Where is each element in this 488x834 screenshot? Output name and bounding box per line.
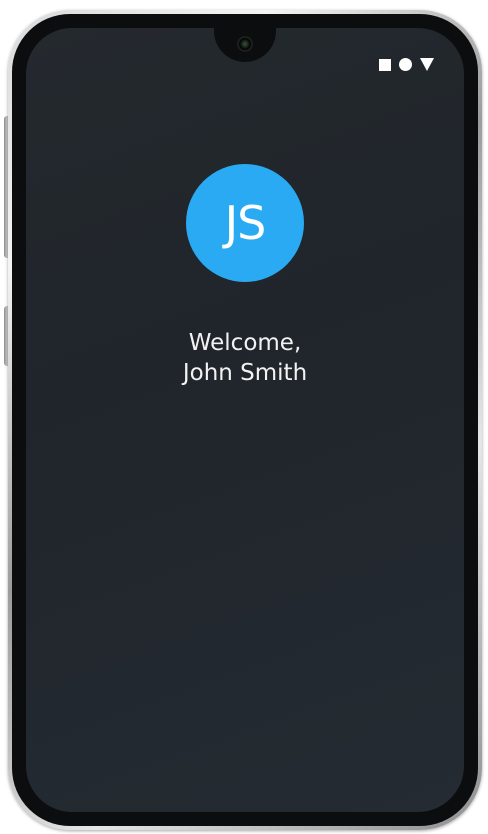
- phone-frame: JS Welcome, John Smith: [8, 10, 482, 830]
- welcome-message: Welcome, John Smith: [26, 328, 464, 388]
- avatar[interactable]: JS: [186, 164, 304, 282]
- camera-notch: [214, 28, 276, 62]
- avatar-initials: JS: [224, 196, 267, 250]
- square-icon: [379, 58, 391, 71]
- triangle-icon: [420, 58, 434, 71]
- circle-icon: [399, 58, 412, 71]
- device-mockup: JS Welcome, John Smith: [0, 0, 488, 834]
- phone-body: JS Welcome, John Smith: [12, 14, 478, 826]
- front-camera-icon: [237, 36, 253, 52]
- welcome-greeting: Welcome,: [188, 330, 302, 356]
- user-name: John Smith: [182, 360, 308, 386]
- status-bar-icons: [379, 58, 434, 71]
- screen: JS Welcome, John Smith: [26, 28, 464, 812]
